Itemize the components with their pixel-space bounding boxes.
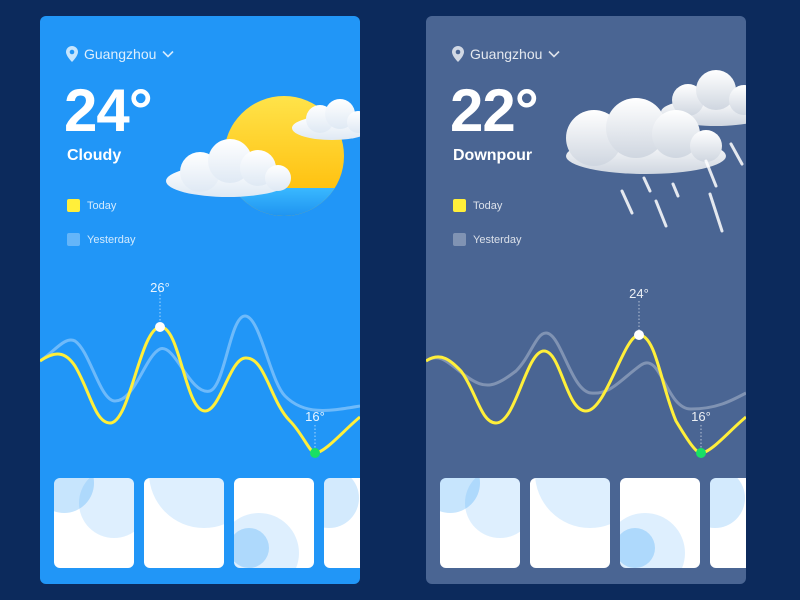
temperature-chart: 24° 16° (426, 261, 746, 476)
forecast-tile[interactable] (324, 478, 360, 568)
temperature-chart: 26° 16° (40, 261, 360, 476)
legend-yesterday: Yesterday (67, 233, 136, 246)
today-temperature-line (426, 333, 746, 455)
legend-today-swatch (453, 199, 466, 212)
legend-today: Today (453, 199, 502, 212)
forecast-tile[interactable] (234, 478, 314, 568)
legend-today-label: Today (473, 199, 503, 212)
legend-today: Today (67, 199, 116, 212)
forecast-tile[interactable] (530, 478, 610, 568)
forecast-tile[interactable] (144, 478, 224, 568)
legend-today-swatch (67, 199, 80, 212)
forecast-tile[interactable] (440, 478, 520, 568)
forecast-tile[interactable] (710, 478, 746, 568)
high-point-dot (155, 322, 165, 332)
high-point-dot (634, 330, 644, 340)
high-temp-label: 26° (150, 280, 170, 295)
low-temp-label: 16° (691, 409, 711, 424)
legend-yesterday-swatch (67, 233, 80, 246)
weather-card-downpour: Guangzhou 22° Downpour Today Yesterday 2… (426, 16, 746, 584)
forecast-tile[interactable] (620, 478, 700, 568)
legend-today-label: Today (87, 199, 117, 212)
forecast-tiles (440, 478, 746, 568)
legend-yesterday-label: Yesterday (473, 233, 522, 246)
low-point-dot (310, 448, 320, 458)
weather-card-cloudy: Guangzhou 24° Cloudy Today Yesterday 26°… (40, 16, 360, 584)
legend-yesterday: Yesterday (453, 233, 522, 246)
legend-yesterday-swatch (453, 233, 466, 246)
legend-yesterday-label: Yesterday (87, 233, 136, 246)
low-point-dot (696, 448, 706, 458)
forecast-tiles (54, 478, 360, 568)
low-temp-label: 16° (305, 409, 325, 424)
forecast-tile[interactable] (54, 478, 134, 568)
high-temp-label: 24° (629, 286, 649, 301)
